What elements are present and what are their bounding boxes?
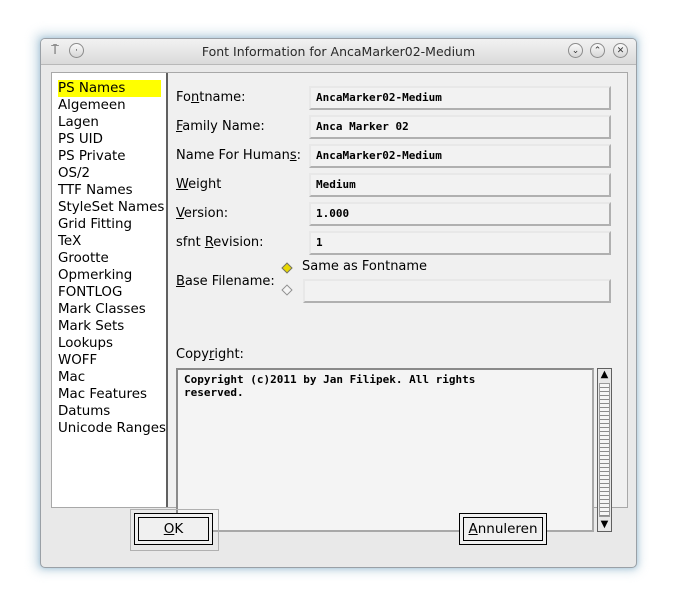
fontname-field[interactable]: AncaMarker02-Medium bbox=[309, 86, 611, 110]
sidebar-item-opmerking[interactable]: Opmerking bbox=[58, 267, 132, 284]
sidebar-item-os-2[interactable]: OS/2 bbox=[58, 165, 90, 182]
sfnt-revision-label: sfnt Revision: bbox=[176, 235, 264, 250]
same-as-fontname-label[interactable]: Same as Fontname bbox=[302, 259, 427, 274]
copyright-textarea[interactable]: Copyright (c)2011 by Jan Filipek. All ri… bbox=[176, 368, 594, 532]
maximize-icon[interactable]: ⌃ bbox=[590, 43, 605, 58]
sidebar-item-algemeen[interactable]: Algemeen bbox=[58, 97, 126, 114]
version-field[interactable]: 1.000 bbox=[309, 202, 611, 226]
copyright-label: Copyright: bbox=[176, 347, 244, 362]
family-name-label: Family Name: bbox=[176, 119, 265, 134]
weight-label: Weight bbox=[176, 177, 222, 192]
sidebar: PS Names Algemeen Lagen PS UID PS Private OS/… bbox=[52, 73, 168, 507]
title-bar[interactable]: ⍑ · Font Information for AncaMarker02-Me… bbox=[41, 39, 636, 65]
sidebar-item-mac-features[interactable]: Mac Features bbox=[58, 386, 147, 403]
sidebar-item-ps-names[interactable]: PS Names bbox=[58, 80, 161, 97]
ok-button[interactable]: OK bbox=[134, 513, 213, 545]
sidebar-item-grootte[interactable]: Grootte bbox=[58, 250, 109, 267]
window-title: Font Information for AncaMarker02-Medium bbox=[201, 44, 476, 59]
scroll-down-icon[interactable]: ▼ bbox=[598, 519, 611, 531]
sidebar-item-ps-uid[interactable]: PS UID bbox=[58, 131, 103, 148]
sidebar-item-grid-fitting[interactable]: Grid Fitting bbox=[58, 216, 132, 233]
copyright-scrollbar[interactable]: ▲ ▼ bbox=[597, 368, 612, 532]
font-info-dialog: ⍑ · Font Information for AncaMarker02-Me… bbox=[40, 38, 637, 568]
base-filename-field[interactable] bbox=[303, 279, 611, 303]
sidebar-item-woff[interactable]: WOFF bbox=[58, 352, 97, 369]
custom-filename-radio[interactable] bbox=[281, 284, 293, 296]
sidebar-item-mac[interactable]: Mac bbox=[58, 369, 85, 386]
sidebar-item-lookups[interactable]: Lookups bbox=[58, 335, 113, 352]
sidebar-item-datums[interactable]: Datums bbox=[58, 403, 110, 420]
sidebar-item-mark-sets[interactable]: Mark Sets bbox=[58, 318, 124, 335]
sidebar-item-ttf-names[interactable]: TTF Names bbox=[58, 182, 133, 199]
name-for-humans-field[interactable]: AncaMarker02-Medium bbox=[309, 144, 611, 168]
base-filename-label: Base Filename: bbox=[176, 274, 275, 289]
same-as-fontname-radio[interactable] bbox=[281, 262, 293, 274]
sidebar-item-unicode-ranges[interactable]: Unicode Ranges bbox=[58, 420, 166, 437]
close-icon[interactable]: ✕ bbox=[613, 43, 628, 58]
sidebar-item-mark-classes[interactable]: Mark Classes bbox=[58, 301, 146, 318]
scroll-thumb[interactable] bbox=[599, 383, 610, 517]
cancel-button[interactable]: Annuleren bbox=[459, 513, 547, 545]
sidebar-item-fontlog[interactable]: FONTLOG bbox=[58, 284, 122, 301]
sidebar-item-ps-private[interactable]: PS Private bbox=[58, 148, 126, 165]
dialog-content: PS Names Algemeen Lagen PS UID PS Private OS/… bbox=[51, 72, 628, 532]
minimize-icon[interactable]: ⌄ bbox=[568, 43, 583, 58]
scroll-up-icon[interactable]: ▲ bbox=[598, 369, 611, 381]
sidebar-item-lagen[interactable]: Lagen bbox=[58, 114, 99, 131]
sfnt-revision-field[interactable]: 1 bbox=[309, 231, 611, 255]
name-for-humans-label: Name For Humans: bbox=[176, 148, 301, 163]
ps-names-panel: Fontname: AncaMarker02-Medium Family Nam… bbox=[168, 73, 627, 532]
sidebar-item-styleset-names[interactable]: StyleSet Names bbox=[58, 199, 164, 216]
sidebar-item-tex[interactable]: TeX bbox=[58, 233, 81, 250]
version-label: Version: bbox=[176, 206, 229, 221]
family-name-field[interactable]: Anca Marker 02 bbox=[309, 115, 611, 139]
fontname-label: Fontname: bbox=[176, 90, 246, 105]
weight-field[interactable]: Medium bbox=[309, 173, 611, 197]
